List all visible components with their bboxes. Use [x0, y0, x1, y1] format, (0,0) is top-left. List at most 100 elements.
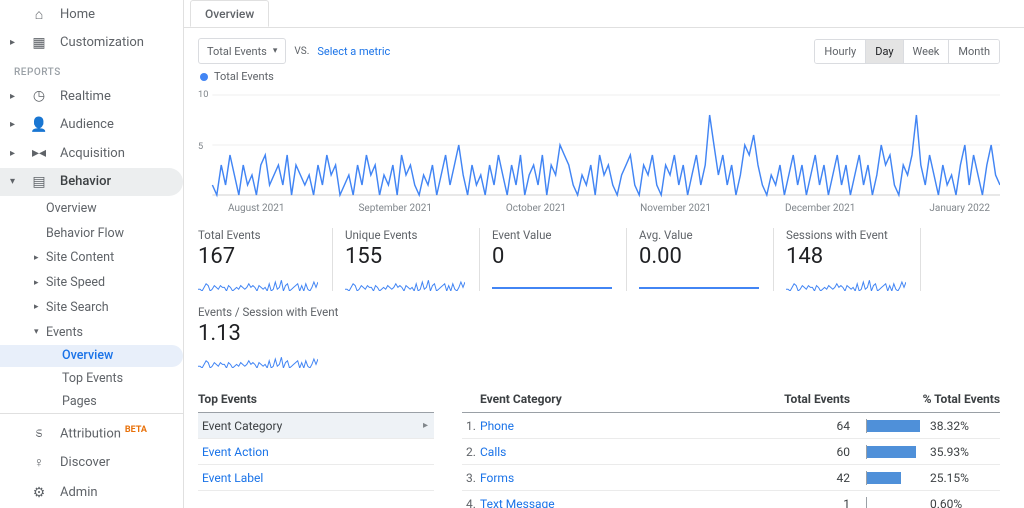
metric-card[interactable]: Total Events167 [198, 228, 333, 291]
granularity-week[interactable]: Week [904, 40, 950, 63]
sidebar-item-events-overview[interactable]: Overview [0, 345, 183, 368]
metric-label: Unique Events [345, 228, 469, 242]
legend-label: Total Events [214, 70, 274, 83]
x-label: August 2021 [228, 203, 285, 214]
sidebar-item-behavior-flow[interactable]: Behavior Flow [0, 221, 183, 246]
metric-value: 0 [492, 244, 616, 269]
sidebar-item-acquisition[interactable]: ▸ ▸◂ Acquisition [0, 139, 183, 168]
chevron-right-icon: ▸ [34, 302, 44, 312]
sidebar-item-events-top[interactable]: Top Events [0, 367, 183, 390]
category-link[interactable]: Phone [480, 419, 514, 433]
metric-value: 167 [198, 244, 322, 269]
main-panel: Overview Total Events ▾ VS. Select a met… [184, 0, 1024, 508]
x-label: October 2021 [506, 203, 566, 214]
dashboard-icon: ▦ [30, 35, 48, 51]
sidebar-item-behavior[interactable]: ▾ ▤ Behavior [0, 168, 183, 197]
granularity-month[interactable]: Month [949, 40, 999, 63]
metric-dropdown[interactable]: Total Events ▾ [198, 38, 286, 64]
sidebar-item-attribution[interactable]: ಽ AttributionBETA [0, 418, 183, 448]
sidebar-label: Realtime [60, 89, 111, 104]
dimension-label: Event Category [198, 419, 282, 433]
acquisition-icon: ▸◂ [30, 145, 48, 161]
metric-label: Avg. Value [639, 228, 763, 242]
x-label: November 2021 [640, 203, 711, 214]
sidebar-item-realtime[interactable]: ▸ ◷ Realtime [0, 82, 183, 111]
chevron-right-icon: ▸ [423, 420, 434, 431]
metric-label: Sessions with Event [786, 228, 910, 242]
sparkline [345, 271, 469, 291]
sidebar-item-admin[interactable]: ⚙ Admin [0, 478, 183, 508]
line-chart[interactable]: 10 5 [198, 85, 1000, 201]
col-pct-total: % Total Events [850, 392, 1000, 406]
metric-value: 148 [786, 244, 910, 269]
sidebar-item-audience[interactable]: ▸ 👤 Audience [0, 111, 183, 140]
chevron-right-icon: ▸ [10, 119, 18, 130]
metric-card[interactable]: Sessions with Event 148 [786, 228, 921, 291]
sidebar-label: Behavior [60, 174, 111, 189]
row-index: 3. [462, 471, 480, 485]
metric-card[interactable]: Unique Events 155 [345, 228, 480, 291]
sidebar-label: Pages [62, 394, 97, 409]
sidebar-label: Behavior Flow [46, 226, 124, 241]
beta-badge: BETA [125, 425, 147, 435]
row-total: 1 [760, 497, 850, 508]
event-category-table: Event Category Total Events % Total Even… [462, 392, 1000, 508]
vs-label: VS. [294, 46, 309, 57]
sidebar-item-discover[interactable]: ♀ Discover [0, 448, 183, 478]
dimension-row[interactable]: Event Action [198, 439, 434, 465]
sidebar-item-customization[interactable]: ▸ ▦ Customization [0, 29, 183, 58]
sidebar-item-site-speed[interactable]: ▸ Site Speed [0, 270, 183, 295]
row-category: Text Message [480, 497, 760, 508]
sidebar-label: Events [46, 325, 83, 340]
sparkline [198, 271, 322, 291]
dimension-row[interactable]: Event Category ▸ [198, 413, 434, 439]
table-row[interactable]: 4.Text Message10.60% [462, 491, 1000, 508]
chart-svg: 10 5 [198, 85, 1000, 201]
sidebar-item-events[interactable]: ▾ Events [0, 320, 183, 345]
tab-overview[interactable]: Overview [190, 0, 269, 27]
row-category: Calls [480, 445, 760, 459]
behavior-icon: ▤ [30, 174, 48, 190]
granularity-hourly[interactable]: Hourly [815, 40, 866, 63]
chevron-right-icon: ▸ [34, 278, 44, 288]
sidebar-label: Site Search [46, 300, 109, 315]
dimension-row[interactable]: Event Label [198, 465, 434, 491]
col-total-events: Total Events [760, 392, 850, 406]
attribution-icon: ಽ [30, 425, 48, 441]
row-category: Phone [480, 419, 760, 433]
table-row[interactable]: 3.Forms4225.15% [462, 465, 1000, 491]
granularity-day[interactable]: Day [866, 40, 903, 63]
category-link[interactable]: Forms [480, 471, 514, 485]
metric-value: 1.13 [198, 321, 323, 346]
metric-value: 155 [345, 244, 469, 269]
metric-card[interactable]: Avg. Value0.00 [639, 228, 774, 291]
category-link[interactable]: Calls [480, 445, 506, 459]
table-row[interactable]: 2.Calls6035.93% [462, 439, 1000, 465]
sidebar-label: AttributionBETA [60, 425, 147, 441]
category-link[interactable]: Text Message [480, 497, 555, 508]
dimension-label[interactable]: Event Action [198, 445, 269, 459]
metric-label: Events / Session with Event [198, 305, 323, 319]
svg-text:5: 5 [198, 142, 203, 152]
sidebar-item-home[interactable]: ⌂ Home [0, 0, 183, 29]
sidebar-item-behavior-overview[interactable]: Overview [0, 196, 183, 221]
row-index: 4. [462, 497, 480, 508]
metric-card[interactable]: Events / Session with Event 1.13 [198, 305, 333, 368]
table-row[interactable]: 1.Phone6438.32% [462, 413, 1000, 439]
select-metric-link[interactable]: Select a metric [317, 45, 390, 58]
chevron-right-icon: ▸ [10, 37, 18, 48]
metric-card[interactable]: Event Value0 [492, 228, 627, 291]
sidebar-label: Site Speed [46, 275, 105, 290]
table-header: Event Category Total Events % Total Even… [462, 392, 1000, 413]
row-pct: 35.93% [850, 445, 1000, 459]
sidebar-item-events-pages[interactable]: Pages [0, 390, 183, 413]
chevron-right-icon: ▸ [34, 253, 44, 263]
sparkline [786, 271, 910, 291]
sidebar-item-site-content[interactable]: ▸ Site Content [0, 246, 183, 271]
row-total: 64 [760, 419, 850, 433]
sidebar: ⌂ Home ▸ ▦ Customization REPORTS ▸ ◷ Rea… [0, 0, 184, 508]
chevron-down-icon: ▾ [273, 46, 278, 56]
row-pct: 38.32% [850, 419, 1000, 433]
dimension-label[interactable]: Event Label [198, 471, 263, 485]
sidebar-item-site-search[interactable]: ▸ Site Search [0, 295, 183, 320]
